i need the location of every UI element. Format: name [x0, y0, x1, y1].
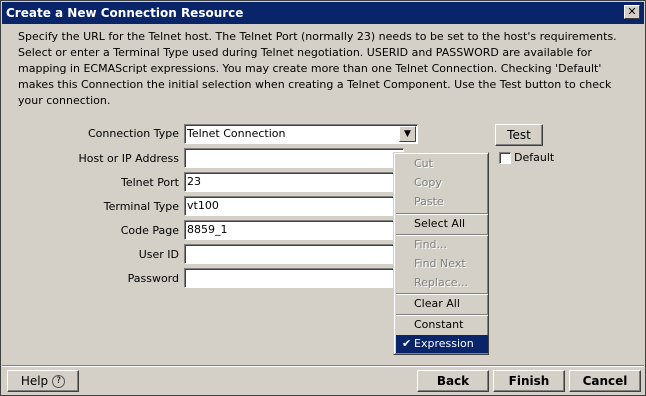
menu-item-replace[interactable]: Replace...	[396, 274, 488, 292]
menu-item-copy[interactable]: Copy	[396, 174, 488, 192]
code-page-select[interactable]: 8859_1	[184, 220, 404, 240]
telnet-port-label: Telnet Port	[120, 176, 179, 189]
connection-type-select[interactable]: Telnet Connection	[184, 124, 418, 144]
footer-divider	[2, 365, 644, 367]
back-button[interactable]: Back	[417, 370, 489, 392]
dialog-window: Create a New Connection Resource ✕ Speci…	[0, 0, 646, 396]
code-page-label: Code Page	[120, 224, 179, 237]
connection-type-label: Connection Type	[87, 127, 179, 140]
terminal-type-value: vt100	[187, 199, 219, 212]
help-label: Help	[20, 374, 49, 388]
terminal-type-label: Terminal Type	[103, 200, 179, 213]
help-button[interactable]: Help?	[7, 370, 79, 392]
close-button[interactable]: ✕	[624, 5, 640, 19]
menu-item-constant[interactable]: Constant	[396, 316, 488, 334]
context-menu: Cut Copy Paste Select All Find... Find N…	[393, 152, 489, 355]
dialog-title: Create a New Connection Resource	[6, 6, 244, 20]
password-input[interactable]	[184, 268, 404, 288]
code-page-value: 8859_1	[187, 223, 228, 236]
host-input[interactable]	[184, 148, 404, 168]
menu-item-cut[interactable]: Cut	[396, 155, 488, 173]
default-checkbox[interactable]	[499, 152, 511, 164]
chevron-down-icon: ▼	[404, 129, 411, 139]
menu-item-find-next[interactable]: Find Next	[396, 255, 488, 273]
terminal-type-select[interactable]: vt100	[184, 196, 404, 216]
finish-button[interactable]: Finish	[493, 370, 565, 392]
test-button[interactable]: Test	[495, 124, 543, 146]
user-id-label: User ID	[138, 248, 179, 261]
menu-item-clear-all[interactable]: Clear All	[396, 295, 488, 313]
menu-item-select-all[interactable]: Select All	[396, 215, 488, 233]
telnet-port-input[interactable]: 23	[184, 172, 404, 192]
connection-type-dropdown-button[interactable]: ▼	[399, 126, 416, 142]
checkmark-icon: ✔	[402, 337, 412, 350]
title-bar: Create a New Connection Resource ✕	[2, 2, 644, 24]
menu-item-expression[interactable]: ✔ Expression	[396, 335, 488, 353]
close-icon: ✕	[627, 5, 637, 18]
telnet-port-value: 23	[187, 175, 201, 188]
menu-item-expression-label: Expression	[414, 337, 474, 350]
host-label: Host or IP Address	[78, 152, 179, 165]
password-label: Password	[127, 272, 179, 285]
connection-type-value: Telnet Connection	[187, 127, 286, 140]
default-label: Default	[514, 151, 555, 164]
cancel-button[interactable]: Cancel	[569, 370, 641, 392]
help-icon: ?	[52, 375, 66, 388]
instructions-text: Specify the URL for the Telnet host. The…	[18, 30, 617, 107]
menu-item-find[interactable]: Find...	[396, 236, 488, 254]
menu-item-paste[interactable]: Paste	[396, 193, 488, 211]
user-id-input[interactable]	[184, 244, 404, 264]
